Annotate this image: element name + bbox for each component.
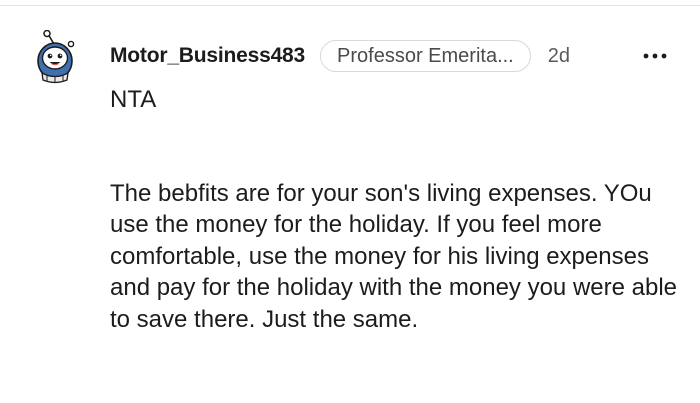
user-flair-badge[interactable]: Professor Emerita... — [320, 40, 531, 72]
comment-timestamp: 2d — [547, 44, 570, 67]
comment: Motor_Business483 Professor Emerita... 2… — [0, 0, 700, 403]
more-options-button[interactable] — [640, 44, 670, 68]
comment-paragraph: NTA — [110, 86, 157, 113]
more-horizontal-icon — [643, 53, 667, 59]
comment-body: NTA The bebfits are for your son's livin… — [110, 84, 680, 335]
comment-paragraph: The bebfits are for your son's living ex… — [110, 179, 678, 333]
comment-header: Motor_Business483 Professor Emerita... 2… — [110, 38, 570, 74]
author-username[interactable]: Motor_Business483 — [110, 44, 305, 68]
snoo-avatar-icon[interactable] — [34, 30, 78, 84]
